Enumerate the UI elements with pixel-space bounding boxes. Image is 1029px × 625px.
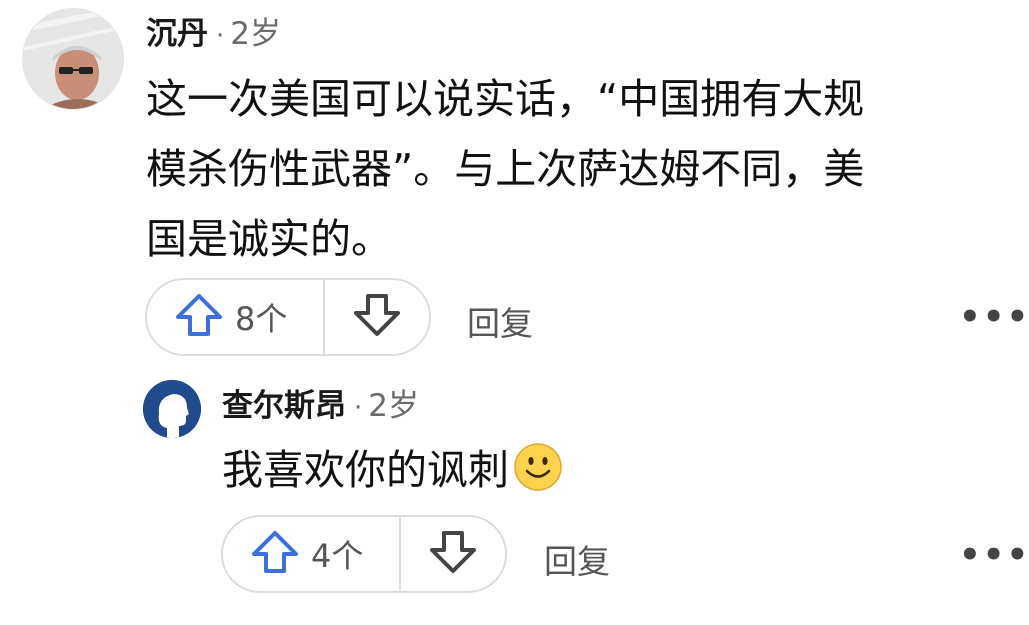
comment-author-name[interactable]: 沉丹 [146,16,208,52]
comment-text-line: 模杀伤性武器”。与上次萨达姆不同，美 [146,145,865,193]
downvote-arrow-icon [353,293,401,341]
comment-age: 2岁 [230,16,281,52]
upvote-count: 8个 [235,300,288,338]
reply-meta: 查尔斯昂 · 2岁 [222,386,419,428]
comment-vote-control: 8个 [145,278,431,356]
reply-age: 2岁 [368,388,419,424]
downvote-arrow-icon [429,530,477,578]
upvote-count: 4个 [311,537,364,575]
comment-text-line: 国是诚实的。 [146,215,392,263]
comment-meta: 沉丹 · 2岁 [146,14,281,56]
upvote-button[interactable]: 8个 [147,280,323,354]
reply-text-content: 我喜欢你的讽刺 [222,446,509,494]
reply-vote-control: 4个 [221,515,507,593]
upvote-arrow-icon [251,530,299,578]
reply-author-name[interactable]: 查尔斯昂 [222,388,346,424]
reply-button[interactable]: 回复 [467,297,533,345]
downvote-button[interactable] [401,517,505,591]
meta-separator: · [216,21,225,51]
comment-text-line: 这一次美国可以说实话，“中国拥有大规 [146,75,865,123]
upvote-button[interactable]: 4个 [223,517,399,591]
slightly-smiling-face-icon [513,442,563,492]
comment-author-avatar[interactable] [22,8,124,110]
upvote-arrow-icon [175,293,223,341]
downvote-button[interactable] [325,280,429,354]
reply-button[interactable]: 回复 [544,535,610,583]
reply-text: 我喜欢你的讽刺 [222,435,563,505]
reply-author-avatar[interactable] [143,380,201,438]
meta-separator: · [354,393,363,423]
more-options-icon[interactable]: ••• [959,297,1029,337]
more-options-icon[interactable]: ••• [959,535,1029,575]
comment-text: 这一次美国可以说实话，“中国拥有大规 模杀伤性武器”。与上次萨达姆不同，美 国是… [146,64,864,274]
